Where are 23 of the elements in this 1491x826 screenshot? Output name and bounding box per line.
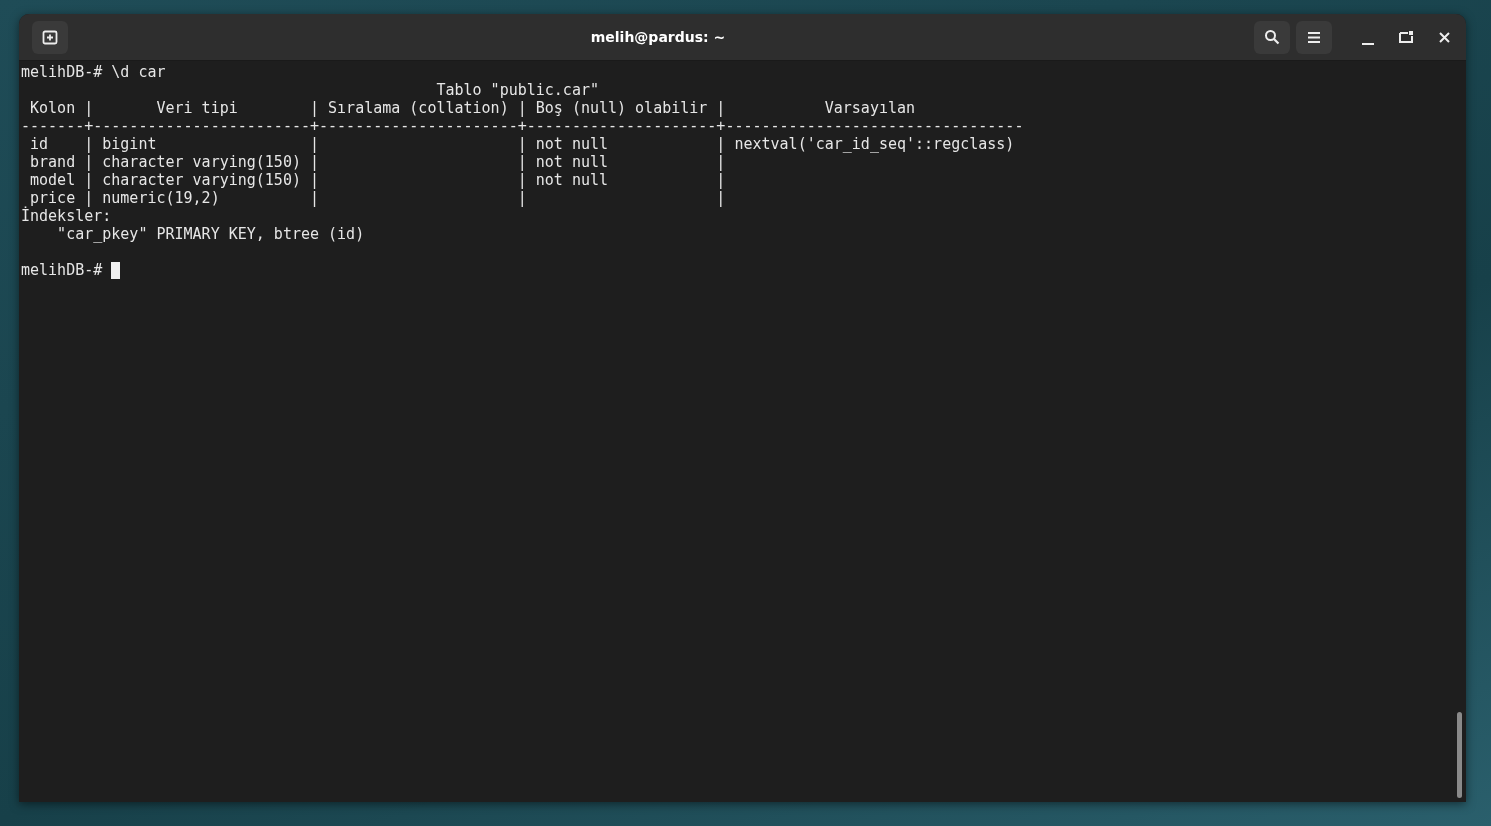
terminal-line: brand | character varying(150) | | not null | <box>29 153 727 171</box>
menu-button[interactable] <box>1296 20 1332 54</box>
terminal-line: "car_pkey" PRIMARY KEY, btree (id) <box>56 225 366 243</box>
search-button[interactable] <box>1254 20 1290 54</box>
terminal-line: Kolon | Veri tipi | Sıralama (collation) | Boş (null) olabilir | Varsayılan <box>29 99 917 117</box>
terminal-line: model | character varying(150) | | not null | <box>29 171 727 189</box>
minimize-icon <box>1362 43 1374 45</box>
search-icon <box>1264 29 1280 45</box>
scrollbar-thumb[interactable] <box>1456 712 1462 798</box>
shell-prompt: melihDB-# <box>21 261 103 279</box>
maximize-icon <box>1399 31 1413 43</box>
window-title: melih@pardus: ~ <box>589 29 727 45</box>
menu-icon <box>1307 30 1321 44</box>
terminal-line: İndeksler: <box>21 207 113 225</box>
terminal-line: Tablo "public.car" <box>435 81 600 99</box>
close-icon <box>1438 31 1450 43</box>
terminal-line: id | bigint | | not null | nextval('car_id_seq'::regclass) <box>29 135 1016 153</box>
terminal-line: price | numeric(19,2) | | | <box>30 189 727 207</box>
new-tab-icon <box>42 29 58 45</box>
new-tab-button[interactable] <box>32 20 68 54</box>
terminal-line: melihDB-# \d car <box>21 63 167 81</box>
terminal-line: -------+------------------------+----------------------+---------------------+--------------------------------- <box>21 117 1025 135</box>
text-cursor <box>111 261 121 279</box>
